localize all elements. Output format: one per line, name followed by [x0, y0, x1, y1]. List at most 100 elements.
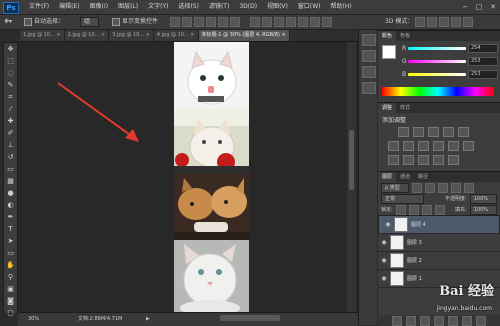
- roll-3d-icon[interactable]: [427, 17, 437, 27]
- selective-color-icon[interactable]: [448, 155, 459, 165]
- delete-layer-icon[interactable]: [476, 315, 486, 326]
- tab-doc-1[interactable]: 1.jpg @ 10... ×: [20, 30, 65, 41]
- move-tool-icon[interactable]: ✥: [5, 44, 16, 54]
- tab-doc-4[interactable]: 4.jpg @ 10... ×: [153, 30, 199, 41]
- tab-channels[interactable]: 通道: [396, 172, 414, 182]
- menu-image[interactable]: 图像(I): [85, 0, 113, 14]
- g-value-field[interactable]: 253: [468, 57, 498, 66]
- tab-close-icon[interactable]: ×: [101, 32, 105, 38]
- stamp-tool-icon[interactable]: ⊥: [5, 140, 16, 150]
- menu-view[interactable]: 视图(V): [262, 0, 293, 14]
- layer-name[interactable]: 图层 4: [411, 221, 426, 229]
- b-slider[interactable]: [408, 73, 466, 76]
- visibility-eye-icon[interactable]: ◉: [384, 221, 392, 229]
- align-hcenter-icon[interactable]: [218, 17, 228, 27]
- layer-name[interactable]: 图层 2: [407, 257, 422, 264]
- close-button[interactable]: ✕: [486, 0, 500, 14]
- menu-edit[interactable]: 编辑(E): [54, 0, 84, 14]
- menu-select[interactable]: 选择(S): [173, 0, 204, 14]
- fill-field[interactable]: 100%: [469, 204, 497, 215]
- r-value-field[interactable]: 254: [468, 44, 498, 53]
- brush-tool-icon[interactable]: ✐: [5, 128, 16, 138]
- b-value-field[interactable]: 253: [468, 70, 498, 79]
- drag-3d-icon[interactable]: [439, 17, 449, 27]
- layer-row[interactable]: ◉ 图层 3: [378, 234, 500, 252]
- crop-tool-icon[interactable]: ⌗: [5, 92, 16, 102]
- move-tool-icon[interactable]: ✥▾: [4, 17, 12, 27]
- auto-align-icon[interactable]: [322, 17, 332, 27]
- properties-panel-icon[interactable]: [362, 50, 376, 62]
- rotate-3d-icon[interactable]: [415, 17, 425, 27]
- document-canvas[interactable]: [174, 42, 249, 316]
- tab-close-icon[interactable]: ×: [190, 32, 194, 38]
- visibility-eye-icon[interactable]: ◉: [380, 257, 388, 264]
- tab-close-icon[interactable]: ×: [281, 32, 285, 38]
- new-layer-icon[interactable]: [462, 315, 472, 326]
- layer-style-icon[interactable]: [406, 315, 416, 326]
- filter-type-icon[interactable]: [437, 182, 448, 193]
- photo-filter-icon[interactable]: [433, 141, 444, 151]
- tab-adjustments[interactable]: 调整: [378, 103, 397, 113]
- auto-select-checkbox[interactable]: [24, 17, 32, 26]
- menu-help[interactable]: 帮助(H): [326, 0, 357, 14]
- levels-icon[interactable]: [413, 127, 424, 137]
- vertical-scroll-thumb[interactable]: [349, 130, 354, 190]
- align-bottom-icon[interactable]: [194, 17, 204, 27]
- pen-tool-icon[interactable]: ✒: [5, 212, 16, 222]
- align-vcenter-icon[interactable]: [182, 17, 192, 27]
- r-slider[interactable]: [408, 47, 466, 50]
- exposure-icon[interactable]: [443, 127, 454, 137]
- foreground-color-swatch[interactable]: [382, 45, 396, 59]
- hand-tool-icon[interactable]: ✋: [5, 260, 16, 270]
- gradient-map-icon[interactable]: [433, 155, 444, 165]
- color-swatches-icon[interactable]: ▣: [5, 284, 16, 294]
- layer-mask-icon[interactable]: [420, 315, 430, 326]
- tab-layers[interactable]: 图层: [378, 172, 397, 182]
- layer-kind-filter[interactable]: ρ 类型: [381, 182, 409, 193]
- layer-name[interactable]: 图层 1: [407, 275, 422, 282]
- tab-doc-3[interactable]: 3.jpg @ 10... ×: [109, 30, 154, 41]
- quick-select-tool-icon[interactable]: ✎: [5, 80, 16, 90]
- menu-type[interactable]: 文字(Y): [143, 0, 173, 14]
- adjustment-layer-icon[interactable]: [434, 315, 444, 326]
- transform-controls-checkbox[interactable]: [112, 17, 120, 26]
- distribute-top-icon[interactable]: [250, 17, 260, 27]
- healing-tool-icon[interactable]: ✚: [5, 116, 16, 126]
- curves-icon[interactable]: [428, 127, 439, 137]
- tab-close-icon[interactable]: ×: [146, 32, 150, 38]
- lock-image-icon[interactable]: [408, 204, 419, 215]
- filter-shape-icon[interactable]: [450, 182, 461, 193]
- align-right-icon[interactable]: [230, 17, 240, 27]
- align-left-icon[interactable]: [206, 17, 216, 27]
- posterize-icon[interactable]: [403, 155, 414, 165]
- menu-filter[interactable]: 滤镜(T): [204, 0, 234, 14]
- zoom-level[interactable]: 30%: [28, 313, 39, 326]
- blur-tool-icon[interactable]: ●: [5, 188, 16, 198]
- paragraph-panel-icon[interactable]: [362, 82, 376, 94]
- lock-all-icon[interactable]: [434, 204, 445, 215]
- tab-doc-active[interactable]: 未标题-1 @ 30% (图层 4, RGB/8) ×: [198, 30, 290, 41]
- menu-file[interactable]: 文件(F): [24, 0, 54, 14]
- type-tool-icon[interactable]: T: [5, 224, 16, 234]
- color-spectrum-bar[interactable]: [382, 87, 494, 96]
- visibility-eye-icon[interactable]: ◉: [380, 239, 388, 246]
- color-lookup-icon[interactable]: [463, 141, 474, 151]
- eraser-tool-icon[interactable]: ▭: [5, 164, 16, 174]
- status-menu-arrow-icon[interactable]: ▶: [146, 313, 150, 326]
- slide-3d-icon[interactable]: [451, 17, 461, 27]
- gradient-tool-icon[interactable]: ▦: [5, 176, 16, 186]
- distribute-bottom-icon[interactable]: [274, 17, 284, 27]
- menu-layer[interactable]: 图层(L): [113, 0, 143, 14]
- zoom-tool-icon[interactable]: ⚲: [5, 272, 16, 282]
- hue-saturation-icon[interactable]: [388, 141, 399, 151]
- menu-3d[interactable]: 3D(D): [234, 0, 262, 14]
- auto-select-option[interactable]: 自动选择：: [24, 17, 64, 27]
- transform-controls-option[interactable]: 显示变换控件: [112, 17, 158, 27]
- distribute-vcenter-icon[interactable]: [262, 17, 272, 27]
- filter-smart-icon[interactable]: [463, 182, 474, 193]
- brightness-icon[interactable]: [398, 127, 409, 137]
- layer-row[interactable]: ◉ 图层 4: [378, 215, 500, 234]
- link-layers-icon[interactable]: [392, 315, 402, 326]
- tab-close-icon[interactable]: ×: [56, 32, 60, 38]
- tab-paths[interactable]: 路径: [414, 172, 432, 182]
